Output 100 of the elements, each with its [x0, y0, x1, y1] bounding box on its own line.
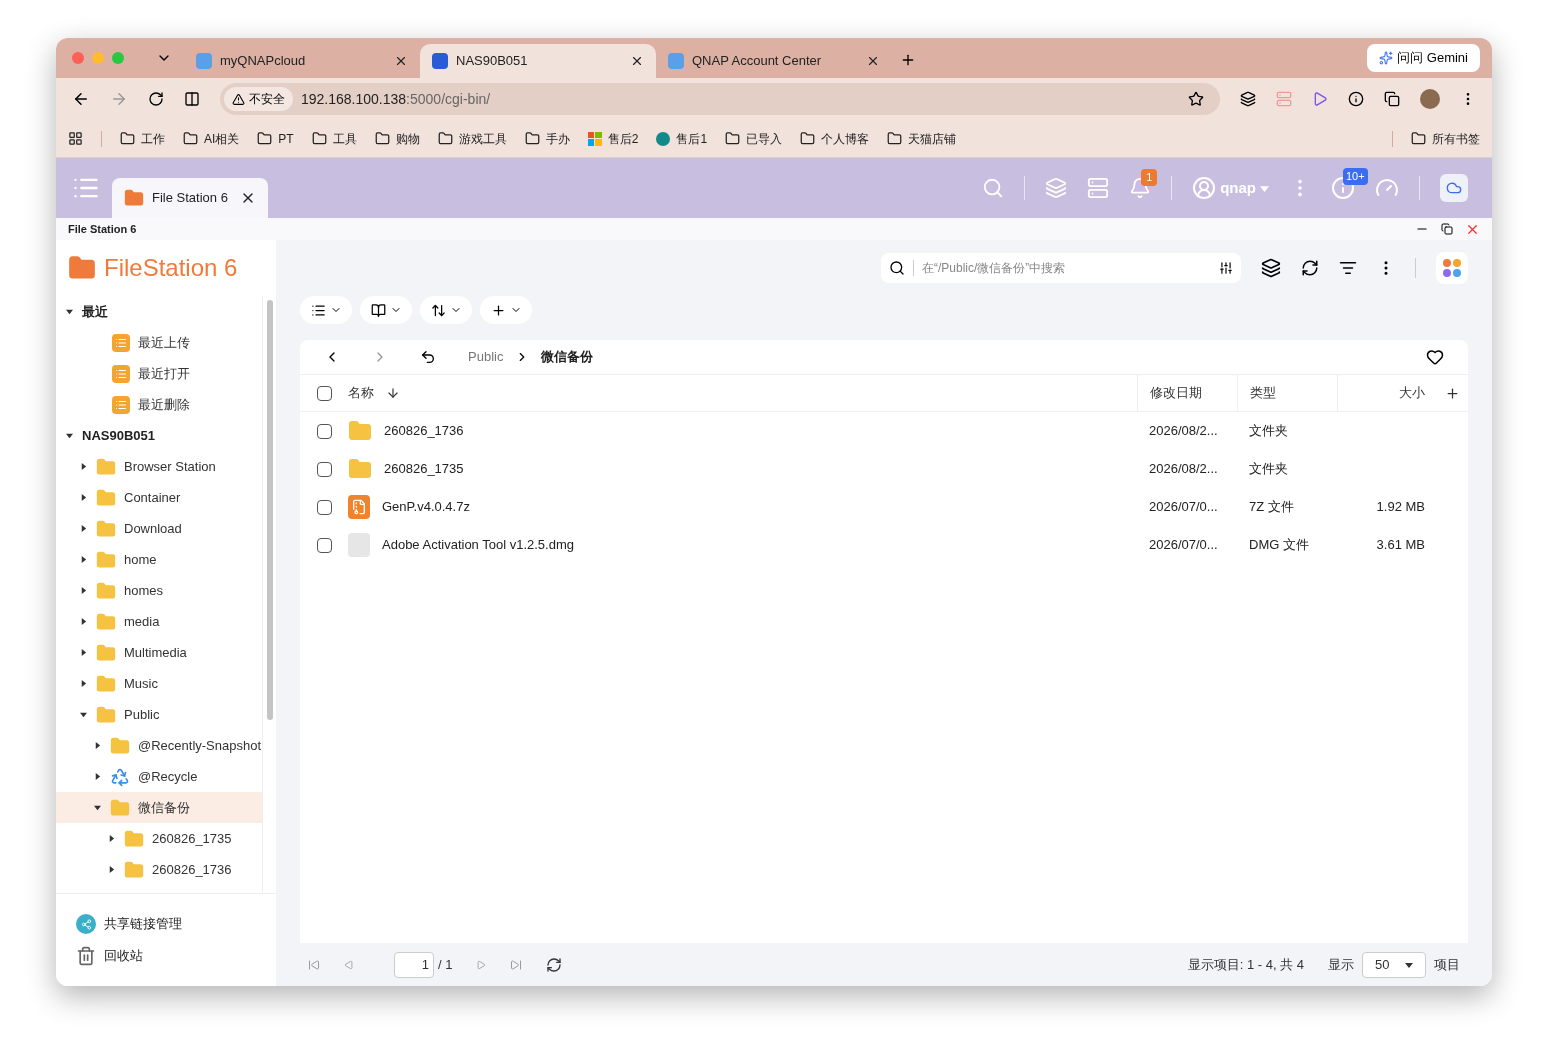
search-field[interactable]: 在“/Public/微信备份”中搜索 — [922, 259, 1211, 277]
tree-item[interactable]: homes — [56, 575, 262, 606]
tree-item[interactable]: 260826_1735 — [56, 823, 262, 854]
all-bookmarks-item[interactable]: 所有书签 — [1411, 129, 1480, 148]
bookmark-star-icon[interactable] — [1188, 91, 1204, 107]
tree-item[interactable]: Download — [56, 513, 262, 544]
bookmark-item[interactable]: 手办 — [524, 129, 570, 148]
tree-item[interactable]: Multimedia — [56, 637, 262, 668]
column-header[interactable]: 大小 — [1337, 375, 1437, 411]
bookmark-item[interactable]: 已导入 — [725, 129, 783, 148]
first-page-icon[interactable] — [308, 958, 320, 971]
tree-item[interactable]: Music — [56, 668, 262, 699]
bookmark-item[interactable]: 工作 — [120, 129, 165, 148]
caret-down-icon[interactable] — [65, 308, 73, 315]
caret-down-icon[interactable] — [93, 804, 101, 811]
caret-right-icon[interactable] — [93, 773, 101, 780]
tree-item[interactable]: 微信备份 — [56, 792, 262, 823]
tree-item[interactable]: NAS90B051 — [56, 420, 262, 451]
tree-item[interactable]: @Recycle — [56, 761, 262, 792]
toolbar-dropdown[interactable] — [360, 296, 412, 324]
bookmark-item[interactable]: 天猫店铺 — [887, 129, 957, 148]
sliders-icon[interactable] — [1219, 261, 1233, 275]
bookmark-item[interactable]: 游戏工具 — [437, 129, 507, 148]
column-header[interactable]: 类型 — [1237, 375, 1337, 411]
caret-right-icon[interactable] — [79, 556, 87, 563]
close-icon[interactable] — [394, 54, 408, 68]
column-header[interactable]: 名称 — [348, 383, 374, 403]
sidebar-link[interactable]: 回收站 — [76, 946, 256, 966]
bookmark-item[interactable]: 个人博客 — [800, 129, 870, 148]
checkbox[interactable] — [316, 499, 332, 515]
bookmark-item[interactable]: 购物 — [374, 129, 420, 148]
back-icon[interactable] — [72, 90, 90, 108]
checkbox[interactable] — [316, 537, 332, 553]
security-chip[interactable]: 不安全 — [224, 87, 293, 111]
tree-item[interactable]: 最近上传 — [56, 327, 262, 358]
caret-right-icon[interactable] — [79, 494, 87, 501]
refresh-icon[interactable] — [546, 956, 563, 973]
new-tab-icon[interactable] — [900, 52, 916, 68]
tree-item[interactable]: Container — [56, 482, 262, 513]
sidebar-link[interactable]: 共享链接管理 — [76, 914, 256, 934]
caret-right-icon[interactable] — [79, 587, 87, 594]
caret-right-icon[interactable] — [93, 742, 101, 749]
tree-item[interactable]: 最近打开 — [56, 358, 262, 389]
tree-item[interactable]: Public — [56, 699, 262, 730]
bookmark-item[interactable]: AI相关 — [183, 129, 240, 148]
cloud-icon[interactable] — [1440, 174, 1468, 202]
tree-item[interactable]: 260826_1736 — [56, 854, 262, 885]
add-column-icon[interactable] — [1445, 385, 1460, 401]
caret-right-icon[interactable] — [79, 680, 87, 687]
caret-right-icon[interactable] — [79, 649, 87, 656]
tree-item[interactable]: media — [56, 606, 262, 637]
gemini-button[interactable]: 问问 Gemini — [1367, 44, 1480, 72]
sort-arrow-icon[interactable] — [386, 386, 400, 400]
checkbox[interactable] — [316, 461, 332, 477]
tree-item[interactable]: Browser Station — [56, 451, 262, 482]
apps-icon[interactable] — [68, 131, 83, 146]
browser-tab[interactable]: QNAP Account Center — [656, 44, 892, 78]
caret-right-icon[interactable] — [79, 618, 87, 625]
address-field[interactable]: 不安全 192.168.100.138:5000/cgi-bin/ — [220, 83, 1220, 115]
browser-tab[interactable]: myQNAPcloud — [184, 44, 420, 78]
reload-icon[interactable] — [148, 91, 164, 107]
caret-right-icon[interactable] — [79, 463, 87, 470]
bookmark-item[interactable]: 售后2 — [587, 129, 639, 148]
extensions-icon[interactable] — [1384, 91, 1400, 107]
tree-item[interactable]: 最近删除 — [56, 389, 262, 420]
toolbar-dropdown[interactable] — [420, 296, 472, 324]
per-page-select[interactable]: 50 — [1362, 951, 1426, 978]
checkbox[interactable] — [316, 385, 332, 401]
search-bar[interactable]: 在“/Public/微信备份”中搜索 — [881, 253, 1241, 283]
breadcrumb-item[interactable]: 微信备份 — [541, 347, 594, 367]
stack-icon[interactable] — [1261, 258, 1281, 278]
profile-avatar[interactable] — [1420, 89, 1440, 109]
tree-item[interactable]: 最近 — [56, 296, 262, 327]
up-level-icon[interactable] — [420, 349, 436, 365]
caret-right-icon[interactable] — [79, 525, 87, 532]
table-row[interactable]: Adobe Activation Tool v1.2.5.dmg 2026/07/0... DMG 文件 3.61 MB — [300, 526, 1468, 564]
breadcrumb-item[interactable]: Public — [468, 347, 504, 367]
caret-down-icon[interactable] — [65, 432, 73, 439]
caret-right-icon[interactable] — [107, 835, 115, 842]
bookmark-item[interactable]: 售后1 — [656, 129, 708, 148]
bookmark-item[interactable]: 工具 — [311, 129, 357, 148]
last-page-icon[interactable] — [510, 958, 523, 971]
close-icon[interactable] — [866, 54, 880, 68]
page-field[interactable]: 1 — [394, 951, 434, 978]
table-row[interactable]: 260826_1735 2026/08/2... 文件夹 — [300, 450, 1468, 488]
checkbox[interactable] — [316, 423, 332, 439]
bookmark-item[interactable]: PT — [257, 129, 294, 148]
browser-tab[interactable]: NAS90B051 — [420, 44, 656, 78]
refresh-icon[interactable] — [1301, 259, 1319, 277]
table-row[interactable]: GenP.v4.0.4.7z 2026/07/0... 7Z 文件 1.92 MB — [300, 488, 1468, 526]
close-icon[interactable] — [630, 54, 644, 68]
restore-icon[interactable] — [1441, 223, 1453, 235]
app-tab[interactable]: File Station 6 — [112, 178, 268, 218]
table-row[interactable]: 260826_1736 2026/08/2... 文件夹 — [300, 412, 1468, 450]
split-view-icon[interactable] — [184, 91, 200, 107]
extension-icon[interactable] — [1348, 91, 1364, 107]
extension-icon[interactable] — [1240, 91, 1256, 107]
filter-icon[interactable] — [1339, 259, 1357, 277]
caret-down-icon[interactable] — [79, 711, 87, 718]
tree-item[interactable]: home — [56, 544, 262, 575]
